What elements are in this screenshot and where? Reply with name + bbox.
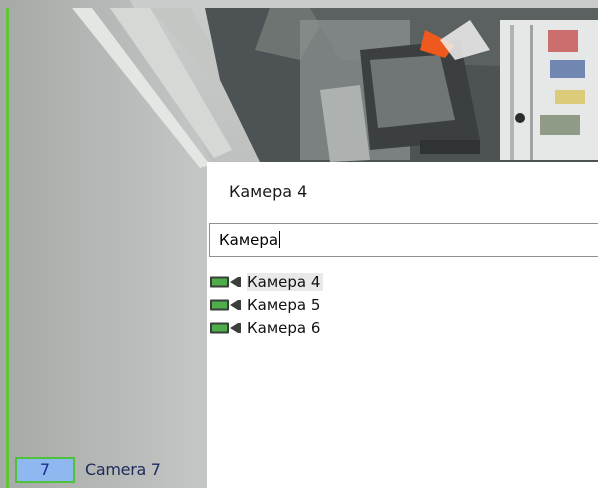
list-item-camera-5[interactable]: Камера 5 [209,293,598,316]
list-item-label: Камера 5 [247,295,321,314]
camera-icon [210,322,241,333]
selected-cell-border [6,8,9,488]
camera-list: Камера 4 Камера 5 Камера 6 [209,270,598,339]
camera-icon [210,276,241,287]
camera-search-popup: Камера 4 Камера Камера 4 Камера 5 Камера… [207,162,598,488]
text-caret [279,231,281,248]
cell-number-badge[interactable]: 7 [15,457,75,483]
camera-search-input[interactable]: Камера [209,223,598,257]
search-input-value: Камера [219,231,279,249]
popup-title: Камера 4 [229,182,308,201]
list-item-camera-6[interactable]: Камера 6 [209,316,598,339]
list-item-label: Камера 4 [247,272,324,291]
cell-camera-name: Camera 7 [85,460,161,479]
video-surveillance-view: Камера 4 Камера Камера 4 Камера 5 Камера… [0,0,598,488]
list-item-camera-4[interactable]: Камера 4 [209,270,598,293]
list-item-label: Камера 6 [247,318,321,337]
camera-icon [210,299,241,310]
